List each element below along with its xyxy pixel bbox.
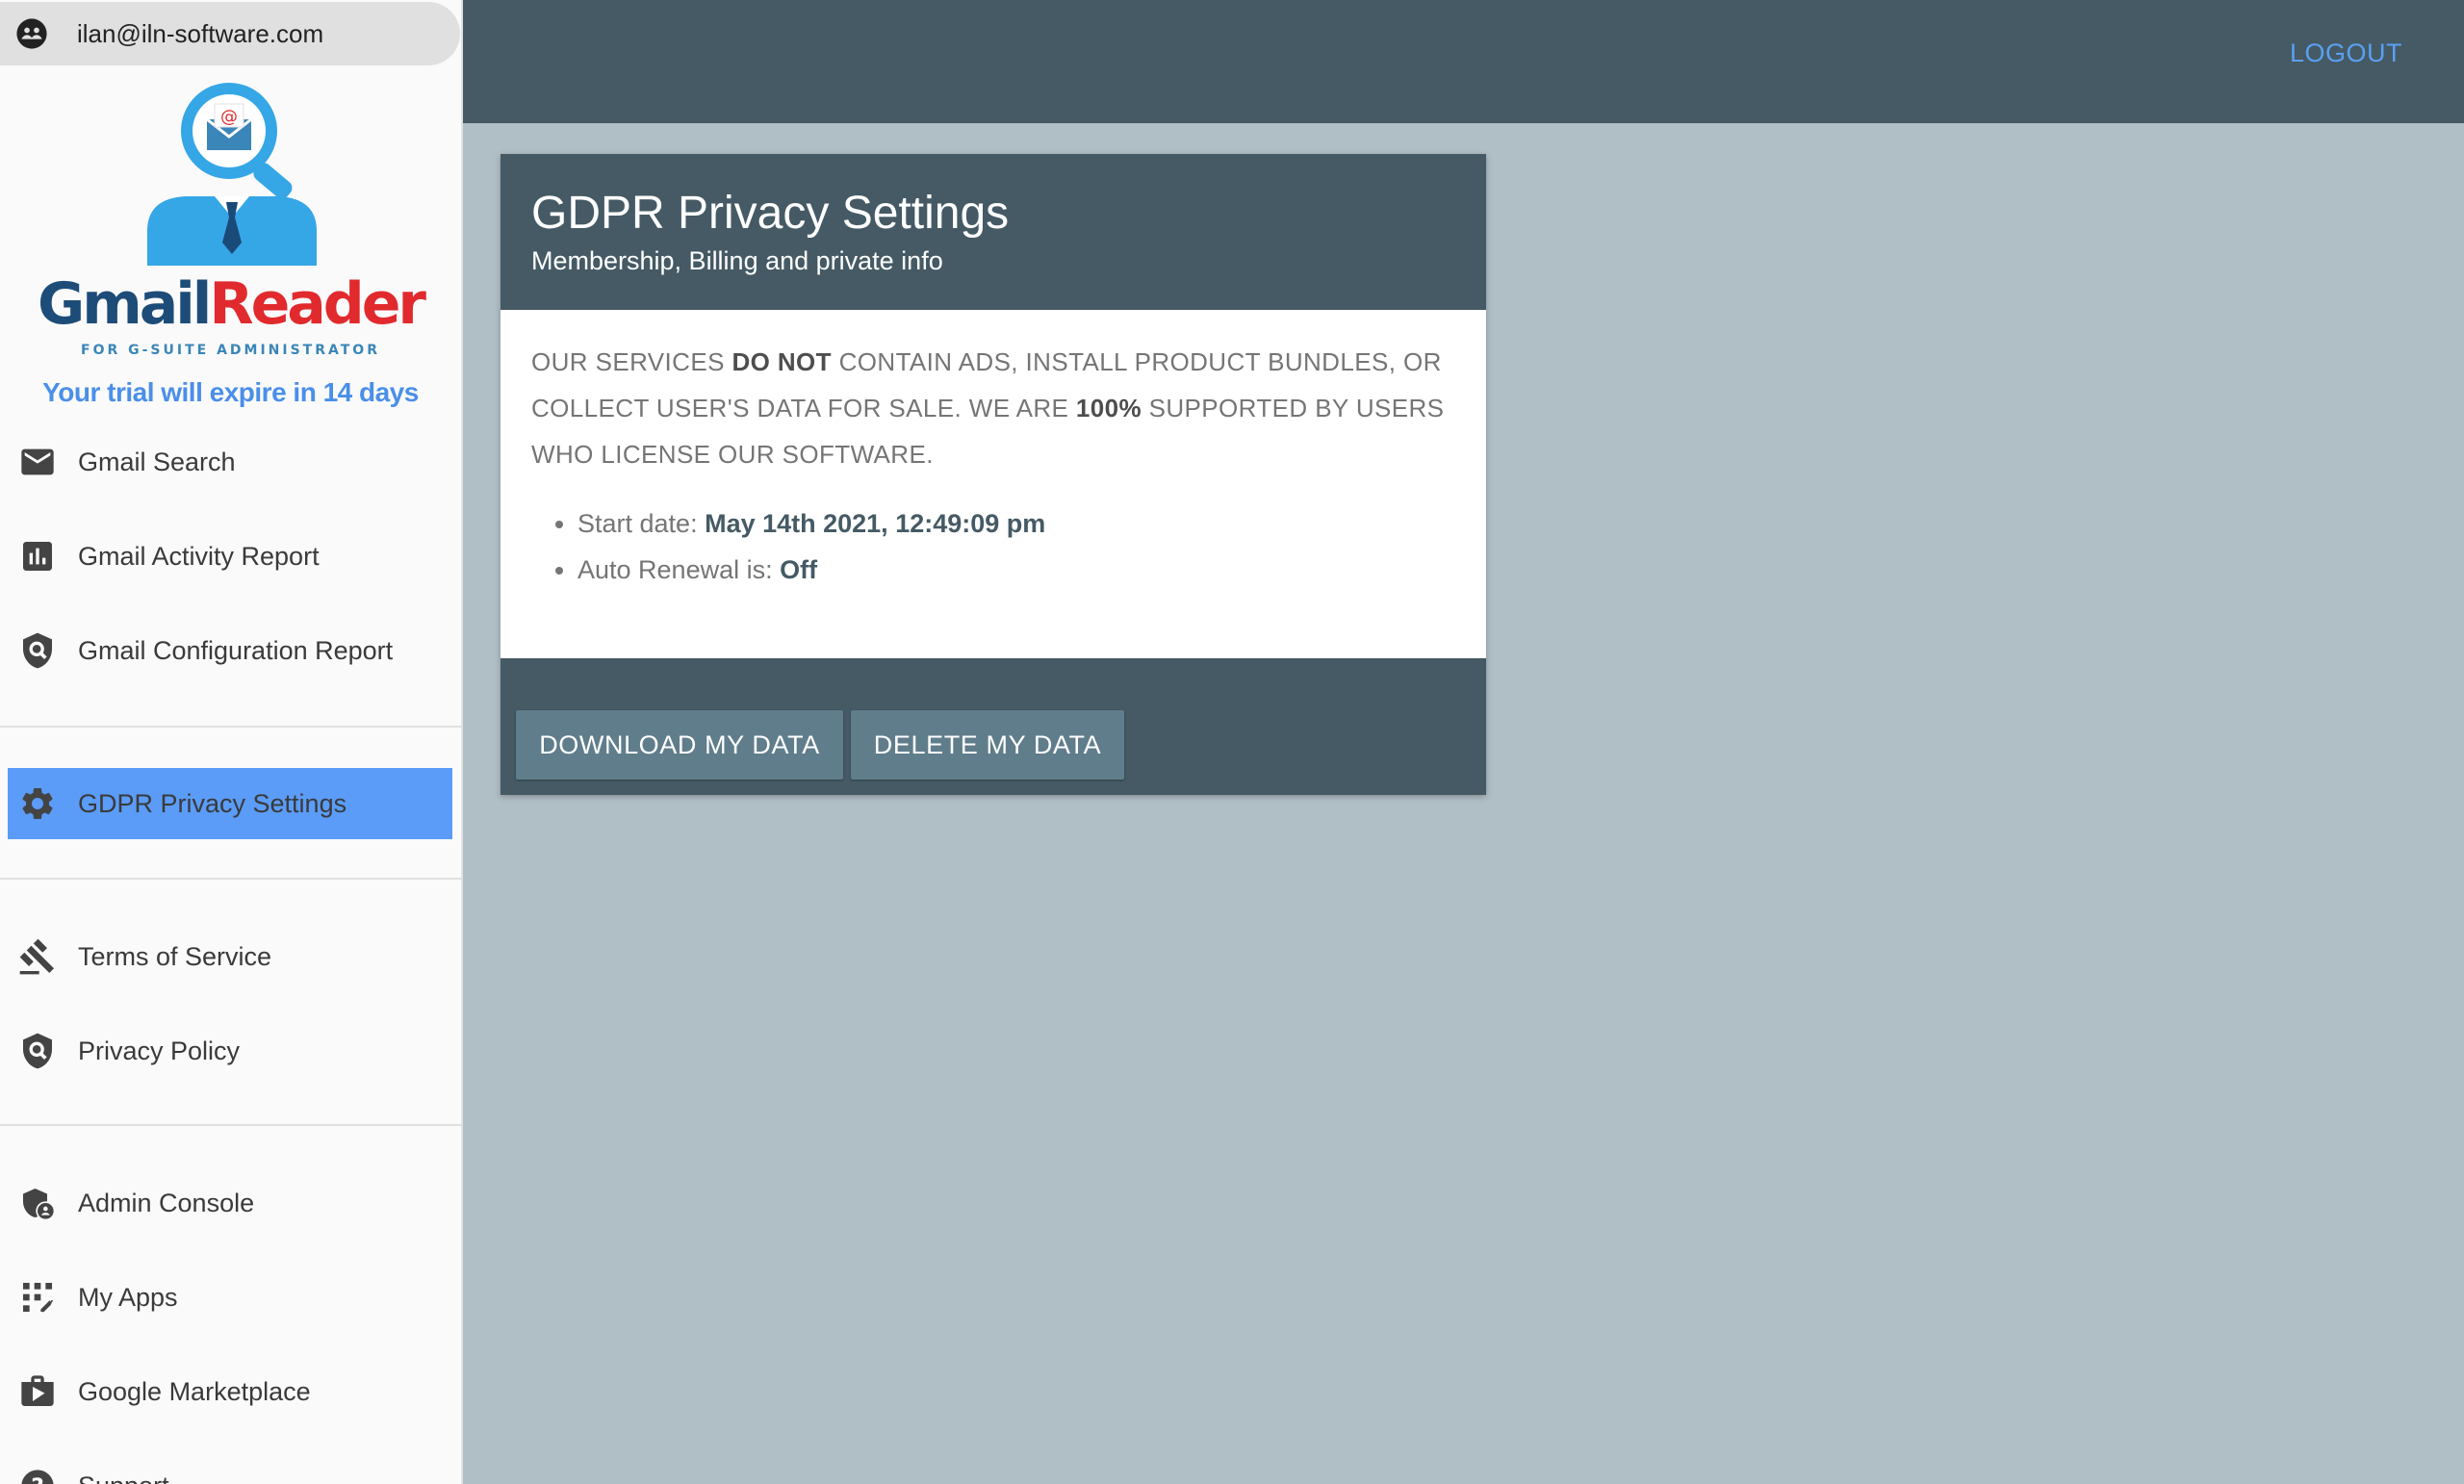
- sidebar-item-support[interactable]: ? Support: [0, 1447, 461, 1484]
- card-header: GDPR Privacy Settings Membership, Billin…: [500, 154, 1486, 310]
- sidebar-item-gdpr-privacy-settings[interactable]: GDPR Privacy Settings: [8, 768, 452, 839]
- sidebar-item-admin-console[interactable]: Admin Console: [0, 1164, 461, 1241]
- sidebar-item-label: Gmail Search: [78, 447, 236, 476]
- logo-subtitle: FOR G-SUITE ADMINISTRATOR: [81, 343, 380, 358]
- auto-renewal-item: Auto Renewal is: Off: [578, 547, 1045, 593]
- sidebar-item-label: Privacy Policy: [78, 1036, 241, 1065]
- card-title: GDPR Privacy Settings: [531, 188, 1010, 239]
- logout-button[interactable]: LOGOUT: [2290, 38, 2402, 68]
- help-icon: ?: [21, 1470, 54, 1484]
- shield-search-icon: [23, 1033, 52, 1069]
- account-group-icon: [16, 18, 47, 49]
- sidebar-divider: [0, 878, 461, 880]
- sidebar-item-google-marketplace[interactable]: Google Marketplace: [0, 1353, 461, 1430]
- download-my-data-button[interactable]: DOWNLOAD MY DATA: [516, 710, 843, 780]
- sidebar-item-my-apps[interactable]: My Apps: [0, 1259, 461, 1336]
- sidebar-divider: [0, 1124, 461, 1126]
- sidebar-item-label: Google Marketplace: [78, 1376, 311, 1406]
- start-date-item: Start date: May 14th 2021, 12:49:09 pm: [578, 500, 1045, 547]
- logo-figure-icon: @: [147, 83, 317, 266]
- top-app-bar: LOGOUT: [463, 0, 2464, 123]
- sidebar-item-privacy-policy[interactable]: Privacy Policy: [0, 1012, 461, 1089]
- mail-icon: [21, 448, 54, 475]
- delete-my-data-button[interactable]: DELETE MY DATA: [851, 710, 1124, 780]
- sidebar-item-label: Admin Console: [78, 1188, 255, 1217]
- sidebar-item-label: Gmail Configuration Report: [78, 635, 394, 665]
- sidebar-item-gmail-configuration-report[interactable]: Gmail Configuration Report: [0, 612, 461, 689]
- sidebar-item-label: My Apps: [78, 1282, 178, 1312]
- start-date-value: May 14th 2021, 12:49:09 pm: [705, 509, 1046, 538]
- membership-details: Start date: May 14th 2021, 12:49:09 pm A…: [531, 500, 1045, 593]
- gear-icon: [22, 788, 53, 819]
- sidebar-item-label: Terms of Service: [78, 941, 272, 971]
- bar-chart-icon: [23, 542, 52, 571]
- sidebar-item-terms-of-service[interactable]: Terms of Service: [0, 918, 461, 995]
- shield-search-icon: [23, 632, 52, 669]
- sidebar-item-label: Support: [78, 1471, 169, 1484]
- svg-text:?: ?: [31, 1472, 44, 1484]
- auto-renewal-value: Off: [780, 555, 818, 584]
- gdpr-card: GDPR Privacy Settings Membership, Billin…: [500, 154, 1486, 795]
- account-email: ilan@iln-software.com: [77, 18, 324, 48]
- sidebar-item-gmail-activity-report[interactable]: Gmail Activity Report: [0, 518, 461, 595]
- card-body: Our services do not contain ads, install…: [500, 310, 1486, 658]
- privacy-statement: Our services do not contain ads, install…: [531, 347, 1445, 469]
- shop-icon: [21, 1375, 54, 1406]
- logo-title: GmailReader: [37, 270, 426, 338]
- sidebar-divider: [0, 726, 461, 728]
- card-subtitle: Membership, Billing and private info: [531, 246, 943, 275]
- account-chip[interactable]: ilan@iln-software.com: [0, 2, 460, 65]
- gmailreader-logo: @ GmailReader FOR G-SUITE ADMINISTRATOR: [0, 77, 461, 366]
- apps-grid-icon: [23, 1283, 53, 1313]
- svg-text:@: @: [220, 107, 238, 127]
- sidebar: ilan@iln-software.com @ GmailReader FOR …: [0, 0, 463, 1484]
- gavel-icon: [19, 938, 55, 975]
- admin-shield-icon: [23, 1189, 54, 1219]
- sidebar-item-label: Gmail Activity Report: [78, 541, 320, 571]
- sidebar-item-label: GDPR Privacy Settings: [78, 788, 347, 818]
- sidebar-item-gmail-search[interactable]: Gmail Search: [0, 423, 461, 500]
- trial-notice: Your trial will expire in 14 days: [42, 377, 419, 407]
